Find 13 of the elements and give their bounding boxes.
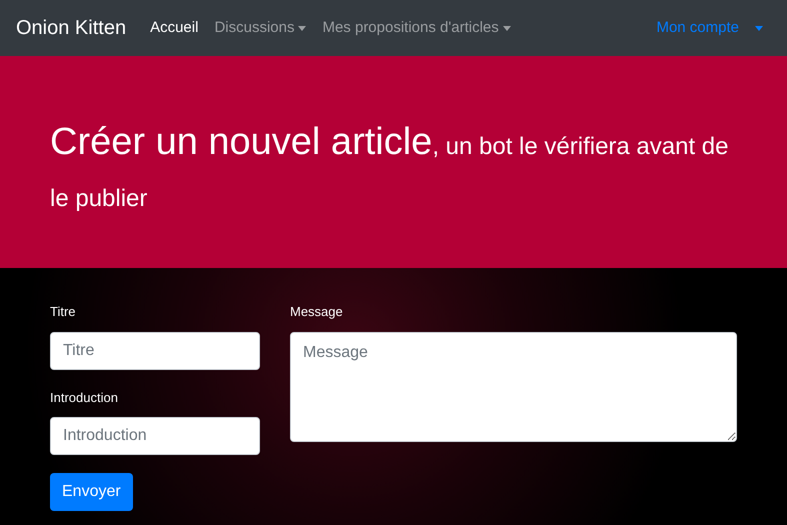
brand-link[interactable]: Onion Kitten <box>16 13 126 43</box>
field-label: Introduction <box>50 388 119 406</box>
nav-link[interactable]: Discussions <box>214 16 306 40</box>
field-label: Message <box>290 303 344 321</box>
input-field[interactable]: Introduction <box>50 417 260 455</box>
submit-button[interactable]: Envoyer <box>50 473 133 511</box>
hero-heading: Créer un nouvel article, un bot le vérifiera avant de le publier <box>50 120 730 214</box>
field-label: Titre <box>50 303 77 321</box>
nav-link[interactable]: Mes propositions d'articles <box>322 16 511 40</box>
input-field[interactable]: Titre <box>50 332 260 370</box>
account-menu[interactable]: Mon compte <box>656 16 763 40</box>
nav-link[interactable]: Accueil <box>150 16 198 40</box>
message-field[interactable]: Message <box>290 332 737 442</box>
